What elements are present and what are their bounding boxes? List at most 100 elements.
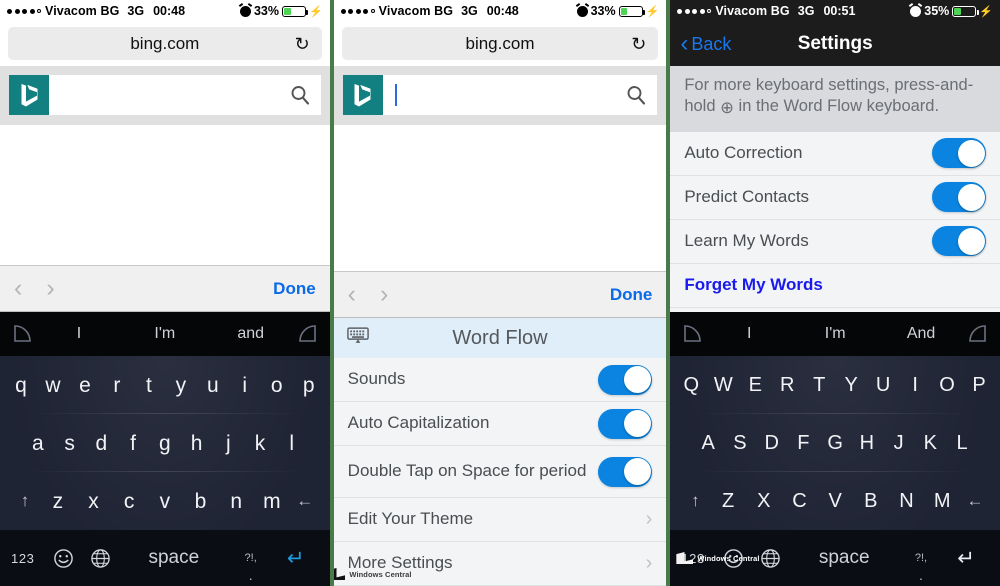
key-d[interactable]: d [85,433,117,454]
suggestion-word[interactable]: I'm [792,325,878,343]
swipe-arc-left-icon[interactable] [10,323,36,345]
key-f[interactable]: f [117,433,149,454]
setting-row-auto-correction[interactable]: Auto Correction [670,131,1000,176]
backspace-arrow-icon[interactable]: ← [290,491,320,511]
magnifier-icon[interactable] [290,85,310,105]
enter-arrow-icon[interactable]: ↵ [273,546,319,571]
key-l[interactable]: l [276,433,308,454]
done-button[interactable]: Done [273,279,316,299]
key-h[interactable]: H [851,433,883,453]
key-w[interactable]: w [37,375,69,396]
suggestion-word[interactable]: and [208,325,294,343]
setting-row-edit-your-theme[interactable]: Edit Your Theme › [333,498,667,542]
chevron-right-icon[interactable]: › [380,282,388,307]
key-t[interactable]: T [803,375,835,395]
double-tap-space-toggle[interactable] [598,456,653,487]
key-y[interactable]: y [165,375,197,396]
address-bar[interactable]: bing.com ↻ [8,27,322,60]
swipe-arc-right-icon[interactable] [964,323,990,345]
key-g[interactable]: G [819,433,851,453]
key-n[interactable]: N [889,491,925,511]
key-x[interactable]: X [746,491,782,511]
key-j[interactable]: J [883,433,915,453]
key-t[interactable]: t [133,375,165,396]
key-w[interactable]: W [707,375,739,395]
suggestion-word[interactable]: And [878,325,964,343]
globe-icon[interactable] [81,548,119,569]
auto-capitalization-toggle[interactable] [598,408,653,439]
backspace-arrow-icon[interactable]: ← [960,491,990,511]
key-r[interactable]: R [771,375,803,395]
key-m[interactable]: M [924,491,960,511]
auto-correction-toggle[interactable] [932,138,986,169]
key-u[interactable]: u [197,375,229,396]
key-d[interactable]: D [756,433,788,453]
key-k[interactable]: k [244,433,276,454]
swipe-arc-right-icon[interactable] [294,323,320,345]
key-i[interactable]: i [229,375,261,396]
emoji-smiley-icon[interactable] [45,548,81,569]
numeric-key[interactable]: 123 [11,551,45,566]
key-c[interactable]: C [782,491,818,511]
key-v[interactable]: v [147,491,183,512]
key-i[interactable]: I [899,375,931,395]
key-b[interactable]: B [853,491,889,511]
key-r[interactable]: r [101,375,133,396]
search-input[interactable] [382,75,658,115]
setting-row-learn-my-words[interactable]: Learn My Words [670,219,1000,264]
setting-row-forget-my-words[interactable]: Forget My Words [670,263,1000,308]
key-g[interactable]: g [149,433,181,454]
learn-my-words-toggle[interactable] [932,226,986,257]
key-m[interactable]: m [254,491,290,512]
key-h[interactable]: h [181,433,213,454]
key-z[interactable]: z [40,491,76,512]
key-x[interactable]: x [76,491,112,512]
sounds-toggle[interactable] [598,364,653,395]
key-s[interactable]: S [724,433,756,453]
key-c[interactable]: c [111,491,147,512]
predict-contacts-toggle[interactable] [932,182,986,213]
swipe-arc-left-icon[interactable] [680,323,706,345]
reload-icon[interactable]: ↻ [295,35,310,53]
key-q[interactable]: q [5,375,37,396]
key-b[interactable]: b [183,491,219,512]
shift-arrow-icon[interactable]: ↑ [10,491,40,511]
magnifier-icon[interactable] [626,85,646,105]
suggestion-word[interactable]: I [706,325,792,343]
setting-row-auto-capitalization[interactable]: Auto Capitalization [333,402,667,446]
key-y[interactable]: Y [835,375,867,395]
done-button[interactable]: Done [610,285,653,305]
key-k[interactable]: K [914,433,946,453]
shift-arrow-icon[interactable]: ↑ [680,491,710,511]
chevron-left-icon[interactable]: ‹ [348,282,356,307]
suggestion-word[interactable]: I [36,325,122,343]
key-q[interactable]: Q [675,375,707,395]
setting-row-sounds[interactable]: Sounds [333,358,667,402]
forget-my-words-link[interactable]: Forget My Words [684,269,986,302]
punctuation-key[interactable]: ?!, · [229,552,273,586]
setting-row-predict-contacts[interactable]: Predict Contacts [670,175,1000,220]
key-o[interactable]: o [261,375,293,396]
key-v[interactable]: V [817,491,853,511]
key-j[interactable]: j [212,433,244,454]
key-u[interactable]: U [867,375,899,395]
setting-row-double-tap-space[interactable]: Double Tap on Space for period [333,446,667,498]
key-a[interactable]: a [22,433,54,454]
key-e[interactable]: e [69,375,101,396]
key-l[interactable]: L [946,433,978,453]
chevron-right-icon[interactable]: › [46,276,54,301]
key-e[interactable]: E [739,375,771,395]
key-z[interactable]: Z [710,491,746,511]
chevron-left-icon[interactable]: ‹ [14,276,22,301]
key-s[interactable]: s [54,433,86,454]
key-n[interactable]: n [218,491,254,512]
key-p[interactable]: p [293,375,325,396]
search-input[interactable] [49,75,321,115]
address-bar[interactable]: bing.com ↻ [341,27,659,60]
suggestion-word[interactable]: I'm [122,325,208,343]
key-o[interactable]: O [931,375,963,395]
space-key[interactable]: space [119,547,229,569]
key-a[interactable]: A [692,433,724,453]
key-f[interactable]: F [788,433,820,453]
reload-icon[interactable]: ↻ [631,35,646,53]
